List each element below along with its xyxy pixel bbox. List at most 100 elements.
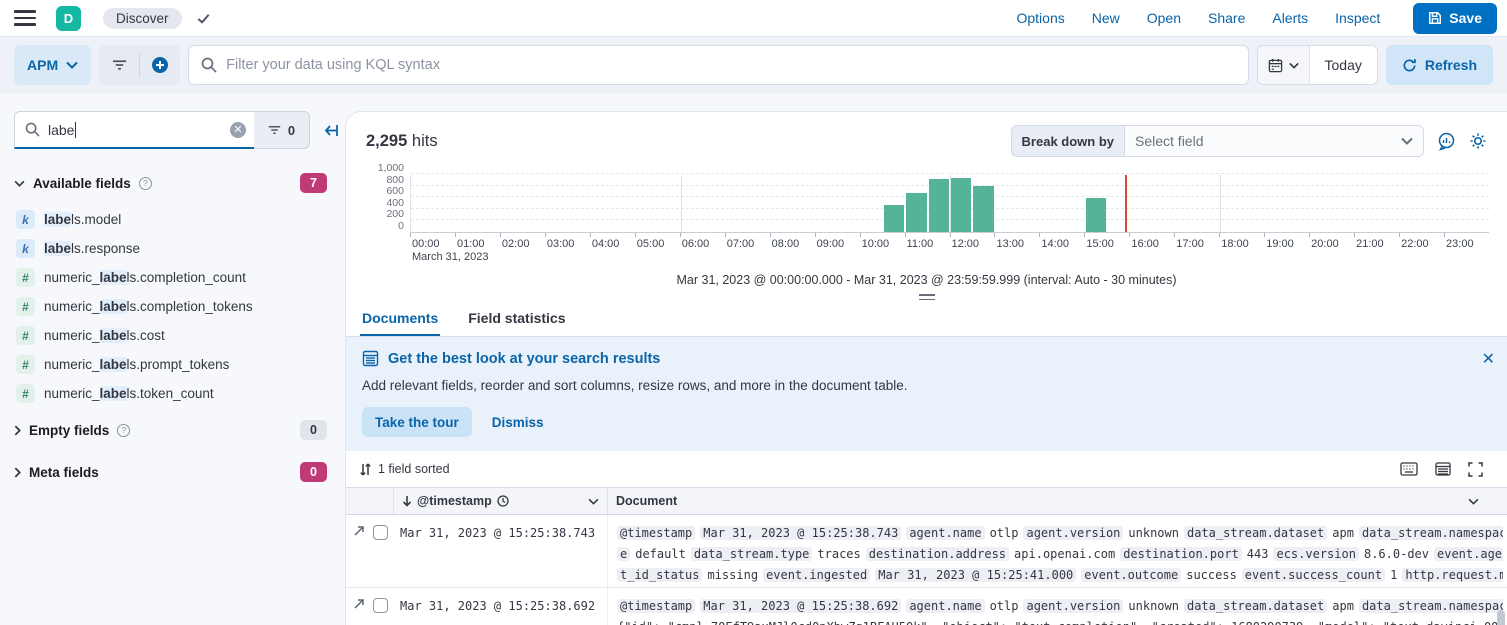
timestamp-cell: Mar 31, 2023 @ 15:25:38.692 [394, 588, 608, 625]
date-picker[interactable]: Today [1257, 45, 1378, 85]
panel-resize-handle[interactable] [919, 294, 935, 300]
breadcrumb[interactable]: Discover [103, 8, 182, 29]
row-checkbox[interactable] [373, 525, 388, 540]
field-item[interactable]: #numeric_labels.token_count [14, 379, 339, 408]
menu-hamburger-icon[interactable] [14, 10, 36, 26]
timestamp-column-header[interactable]: @timestamp [394, 488, 608, 514]
callout-title: Get the best look at your search results [388, 351, 660, 367]
field-item[interactable]: #numeric_labels.completion_tokens [14, 292, 339, 321]
top-header: D Discover Options New Open Share Alerts Insp… [0, 0, 1507, 37]
field-chip: event.outcome [1081, 568, 1181, 582]
search-highlight: labe [100, 270, 127, 285]
field-chip: t_id_status [617, 568, 702, 582]
y-gridline [411, 173, 1489, 174]
date-range-label[interactable]: Today [1310, 57, 1377, 73]
x-axis-tick-label: 11:00 [907, 238, 934, 250]
x-axis-tick [770, 233, 771, 237]
empty-fields-header[interactable]: Empty fields ? 0 [14, 410, 339, 450]
discover-app: D Discover Options New Open Share Alerts Insp… [0, 0, 1507, 625]
breakdown-select[interactable]: Select field [1124, 125, 1424, 157]
field-name-prefix: numeric_ [44, 299, 100, 314]
available-fields-header[interactable]: Available fields ? 7 [14, 173, 339, 193]
refresh-icon [1402, 58, 1417, 73]
field-name: numeric_labels.token_count [44, 386, 214, 401]
saved-query-menu-button[interactable] [99, 45, 139, 85]
nav-link-alerts[interactable]: Alerts [1272, 10, 1308, 26]
chevron-down-icon [1289, 62, 1299, 69]
chevron-right-icon [14, 425, 21, 436]
field-item[interactable]: #numeric_labels.cost [14, 321, 339, 350]
chart-plot-area[interactable] [410, 175, 1489, 233]
x-axis-tick-label: 20:00 [1311, 238, 1339, 250]
field-chip: @timestamp [617, 599, 695, 613]
field-item[interactable]: #numeric_labels.prompt_tokens [14, 350, 339, 379]
nav-link-inspect[interactable]: Inspect [1335, 10, 1380, 26]
kql-search-input[interactable] [226, 57, 1235, 73]
x-axis-tick [860, 233, 861, 237]
field-item[interactable]: klabels.model [14, 205, 339, 234]
main-panel: 2,295 hits Break down by Select field [345, 111, 1507, 625]
field-filter-count-button[interactable]: 0 [254, 111, 310, 149]
chevron-down-icon[interactable] [588, 498, 599, 505]
field-search-input[interactable]: labe ✕ [14, 111, 254, 149]
histogram-bar[interactable] [884, 205, 904, 232]
expand-document-icon[interactable] [353, 525, 365, 537]
save-button[interactable]: Save [1413, 3, 1497, 34]
dismiss-link[interactable]: Dismiss [492, 415, 544, 430]
x-axis-tick-label: 19:00 [1266, 238, 1294, 250]
gear-icon[interactable] [1469, 132, 1487, 150]
fullscreen-icon[interactable] [1468, 462, 1483, 477]
add-filter-button[interactable] [140, 45, 180, 85]
histogram-bar[interactable] [1086, 198, 1106, 232]
field-chip: event.success_count [1242, 568, 1385, 582]
row-checkbox[interactable] [373, 598, 388, 613]
date-quick-select[interactable] [1258, 46, 1310, 84]
table-scrollbar[interactable] [1497, 610, 1505, 623]
field-item[interactable]: klabels.response [14, 234, 339, 263]
content-area: labe ✕ 0 Available fields ? 7 klabels.mo… [0, 93, 1507, 625]
nav-link-share[interactable]: Share [1208, 10, 1245, 26]
sort-fields-icon[interactable] [360, 463, 371, 476]
nav-link-options[interactable]: Options [1016, 10, 1064, 26]
collapse-sidebar-icon[interactable] [322, 123, 339, 138]
expand-document-icon[interactable] [353, 598, 365, 610]
nav-link-new[interactable]: New [1092, 10, 1120, 26]
field-item[interactable]: #numeric_labels.completion_count [14, 263, 339, 292]
histogram-bar[interactable] [973, 186, 993, 232]
x-axis-tick-label: 15:00 [1086, 238, 1114, 250]
chart-tips-icon[interactable] [1437, 132, 1456, 151]
histogram-bar[interactable] [951, 178, 971, 232]
x-axis-tick-label: 03:00 [547, 238, 575, 250]
field-value: 443 [1247, 547, 1269, 561]
chevron-down-icon[interactable] [1468, 498, 1479, 505]
data-view-picker[interactable]: APM [14, 45, 91, 85]
close-icon[interactable]: ✕ [1482, 349, 1495, 369]
meta-fields-header[interactable]: Meta fields 0 [14, 452, 339, 492]
refresh-button[interactable]: Refresh [1386, 45, 1493, 85]
keyboard-shortcuts-icon[interactable] [1400, 462, 1418, 477]
take-tour-button[interactable]: Take the tour [362, 407, 472, 437]
field-value: default [635, 547, 686, 561]
x-axis-tick-label: 12:00 [952, 238, 980, 250]
row-controls [346, 588, 394, 625]
scrollbar-thumb[interactable] [1497, 610, 1505, 625]
nav-link-open[interactable]: Open [1147, 10, 1181, 26]
callout-body: Add relevant fields, reorder and sort co… [362, 378, 1491, 393]
kql-search-bar[interactable] [188, 45, 1248, 85]
clear-search-icon[interactable]: ✕ [230, 122, 246, 138]
x-axis-tick-label: 01:00 [457, 238, 485, 250]
tour-callout: Get the best look at your search results… [346, 337, 1507, 451]
x-axis-tick [1264, 233, 1265, 237]
x-axis-tick-label: 21:00 [1356, 238, 1384, 250]
display-options-icon[interactable] [1435, 462, 1451, 477]
histogram-bar[interactable] [929, 179, 949, 232]
space-avatar[interactable]: D [56, 6, 81, 31]
histogram-bar[interactable] [906, 193, 926, 232]
tab-field-statistics[interactable]: Field statistics [466, 304, 567, 336]
tab-documents[interactable]: Documents [360, 304, 440, 336]
field-chip: Mar 31, 2023 @ 15:25:38.743 [700, 526, 901, 540]
clock-icon [497, 495, 509, 507]
document-column-header[interactable]: Document [608, 488, 1507, 514]
field-name-prefix: numeric_ [44, 328, 100, 343]
fields-sorted-label[interactable]: 1 field sorted [378, 462, 450, 476]
